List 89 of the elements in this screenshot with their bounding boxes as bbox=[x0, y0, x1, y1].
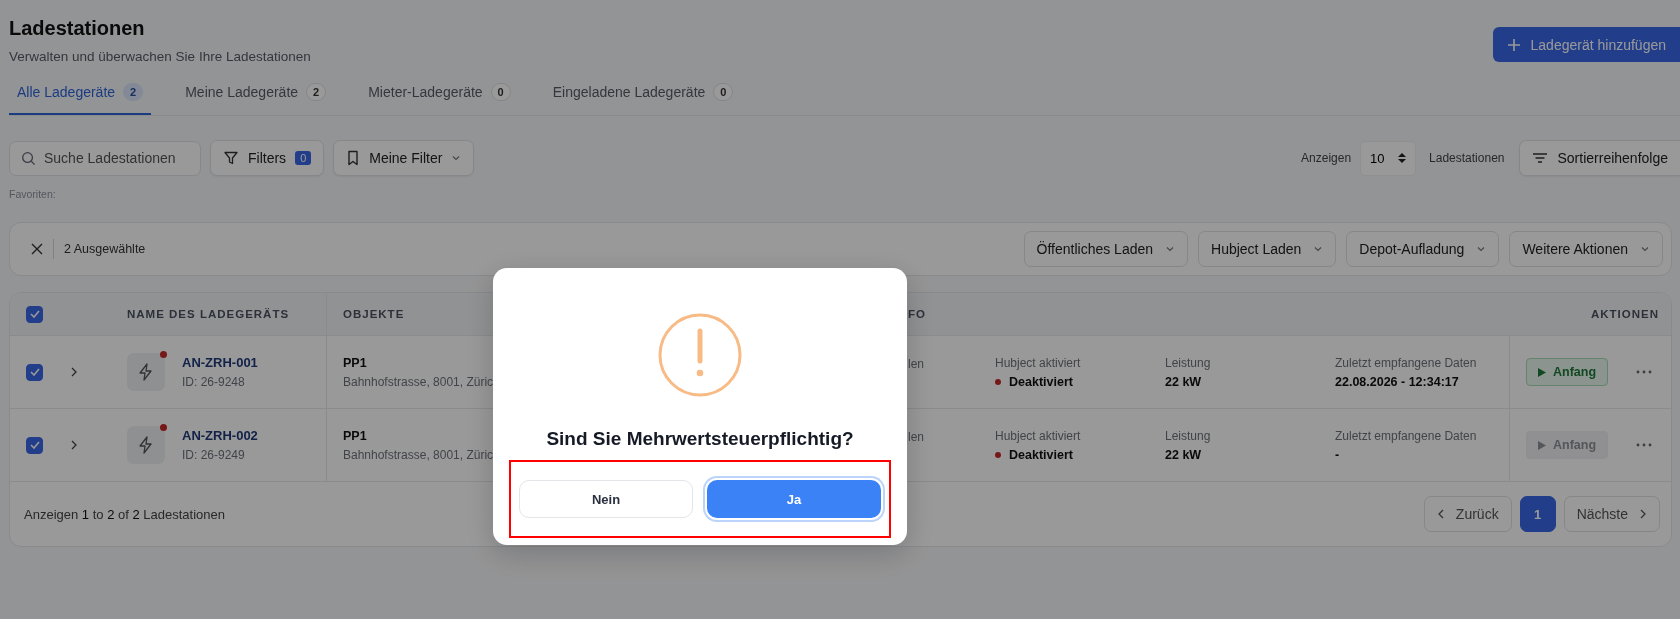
column-header: AKTIONEN bbox=[1590, 308, 1659, 320]
action-dropdown[interactable]: Weitere Aktionen bbox=[1509, 231, 1663, 267]
dialog-title: Sind Sie Mehrwertsteuerpflichtig? bbox=[546, 428, 854, 450]
play-icon bbox=[1538, 440, 1546, 450]
field-label: Leistung bbox=[1165, 428, 1211, 443]
count-badge: 2 bbox=[123, 82, 144, 101]
table-cell: len bbox=[908, 357, 924, 371]
field-label: Hubject aktiviert bbox=[995, 355, 1081, 370]
cancel-button[interactable]: Nein bbox=[519, 480, 693, 518]
sort-arrows-icon bbox=[1398, 152, 1407, 164]
field-value: 22.08.2026 - 12:34:17 bbox=[1335, 374, 1459, 389]
play-icon bbox=[1538, 367, 1546, 377]
my-filters-button[interactable]: Meine Filter bbox=[333, 140, 475, 176]
status-value: Deaktiviert bbox=[1009, 374, 1073, 389]
funnel-icon bbox=[223, 150, 239, 166]
checkmark-icon bbox=[29, 441, 40, 449]
unit-label: Ladestationen bbox=[1429, 151, 1505, 165]
charger-name-link[interactable]: AN-ZRH-002 bbox=[182, 428, 258, 443]
field-label: Leistung bbox=[1165, 355, 1211, 370]
field-label: Hubject aktiviert bbox=[995, 428, 1081, 443]
close-icon[interactable] bbox=[31, 243, 43, 255]
chevron-left-icon bbox=[1436, 509, 1445, 519]
filter-count-badge: 0 bbox=[295, 151, 312, 165]
object-name: PP1 bbox=[343, 428, 367, 443]
page-button[interactable]: 1 bbox=[1519, 496, 1556, 532]
action-dropdown[interactable]: Hubject Laden bbox=[1198, 231, 1337, 267]
row-checkbox[interactable] bbox=[26, 436, 43, 454]
previous-button[interactable]: Zurück bbox=[1423, 496, 1512, 532]
page-subtitle: Verwalten und überwachen Sie Ihre Ladestationen bbox=[9, 49, 311, 64]
sort-lines-icon bbox=[1532, 152, 1549, 164]
status-value: Deaktiviert bbox=[1009, 447, 1073, 462]
plus-icon bbox=[1506, 37, 1521, 52]
field-label: Zuletzt empfangene Daten bbox=[1335, 355, 1477, 370]
chevron-down-icon bbox=[451, 153, 462, 163]
warning-icon bbox=[658, 313, 742, 397]
table-cell: len bbox=[908, 430, 924, 444]
chevron-down-icon bbox=[1165, 244, 1176, 254]
column-header: FO bbox=[908, 308, 926, 320]
field-value: 22 kW bbox=[1165, 374, 1202, 389]
next-button[interactable]: Nächste bbox=[1563, 496, 1660, 532]
status-dot bbox=[995, 378, 1001, 385]
select-all-checkbox[interactable] bbox=[26, 305, 43, 323]
chevron-down-icon bbox=[1640, 244, 1650, 254]
count-badge: 0 bbox=[713, 82, 734, 101]
page-title: Ladestationen bbox=[9, 17, 146, 40]
charger-id: ID: 26-9249 bbox=[182, 448, 245, 462]
count-badge: 0 bbox=[490, 82, 511, 101]
show-label: Anzeigen bbox=[1301, 151, 1352, 165]
tab[interactable]: Eingeladene Ladegeräte 0 bbox=[544, 70, 742, 115]
add-charger-button[interactable]: Ladegerät hinzufügen bbox=[1492, 27, 1680, 62]
chevron-right-icon bbox=[1639, 509, 1647, 519]
page-size-select[interactable]: 10 bbox=[1360, 140, 1417, 176]
chevron-right-icon[interactable] bbox=[70, 440, 78, 450]
bolt-icon bbox=[127, 426, 165, 464]
start-button[interactable]: Anfang bbox=[1526, 358, 1609, 386]
search-field[interactable]: Suche Ladestationen bbox=[9, 140, 201, 176]
object-address: Bahnhofstrasse, 8001, Züric bbox=[343, 447, 494, 462]
search-icon bbox=[21, 150, 36, 166]
action-dropdown[interactable]: Öffentliches Laden bbox=[1023, 231, 1189, 267]
more-icon[interactable] bbox=[1636, 370, 1653, 374]
sort-button[interactable]: Sortierreihenfolge bbox=[1519, 140, 1680, 176]
bookmark-icon bbox=[346, 150, 361, 166]
chevron-down-icon bbox=[1313, 244, 1324, 254]
bolt-icon bbox=[127, 353, 165, 391]
results-summary: Anzeigen 1 to 2 of 2 Ladestationen bbox=[24, 506, 225, 522]
field-value: - bbox=[1335, 447, 1340, 462]
tab[interactable]: Meine Ladegeräte 2 bbox=[177, 70, 335, 115]
object-address: Bahnhofstrasse, 8001, Züric bbox=[343, 374, 494, 389]
selection-count: 2 Ausgewählte bbox=[64, 242, 146, 256]
action-dropdown[interactable]: Depot-Aufladung bbox=[1346, 231, 1500, 267]
more-icon[interactable] bbox=[1636, 443, 1653, 447]
charger-id: ID: 26-9248 bbox=[182, 375, 245, 389]
tab[interactable]: Mieter-Ladegeräte 0 bbox=[360, 70, 519, 115]
object-name: PP1 bbox=[343, 355, 367, 370]
count-badge: 2 bbox=[306, 82, 327, 101]
checkmark-icon bbox=[29, 310, 40, 318]
column-header: NAME DES LADEGERÄTS bbox=[127, 308, 290, 320]
field-value: 22 kW bbox=[1165, 447, 1202, 462]
chevron-down-icon bbox=[1476, 244, 1487, 254]
filters-button[interactable]: Filters 0 bbox=[210, 140, 325, 176]
tab[interactable]: Alle Ladegeräte 2 bbox=[9, 70, 152, 115]
favorites-label: Favoriten: bbox=[9, 188, 57, 200]
chevron-right-icon[interactable] bbox=[70, 367, 78, 377]
row-checkbox[interactable] bbox=[26, 363, 43, 381]
status-dot bbox=[995, 451, 1001, 458]
field-label: Zuletzt empfangene Daten bbox=[1335, 428, 1477, 443]
charger-name-link[interactable]: AN-ZRH-001 bbox=[182, 355, 258, 370]
column-header: OBJEKTE bbox=[343, 308, 405, 320]
checkmark-icon bbox=[29, 368, 40, 376]
